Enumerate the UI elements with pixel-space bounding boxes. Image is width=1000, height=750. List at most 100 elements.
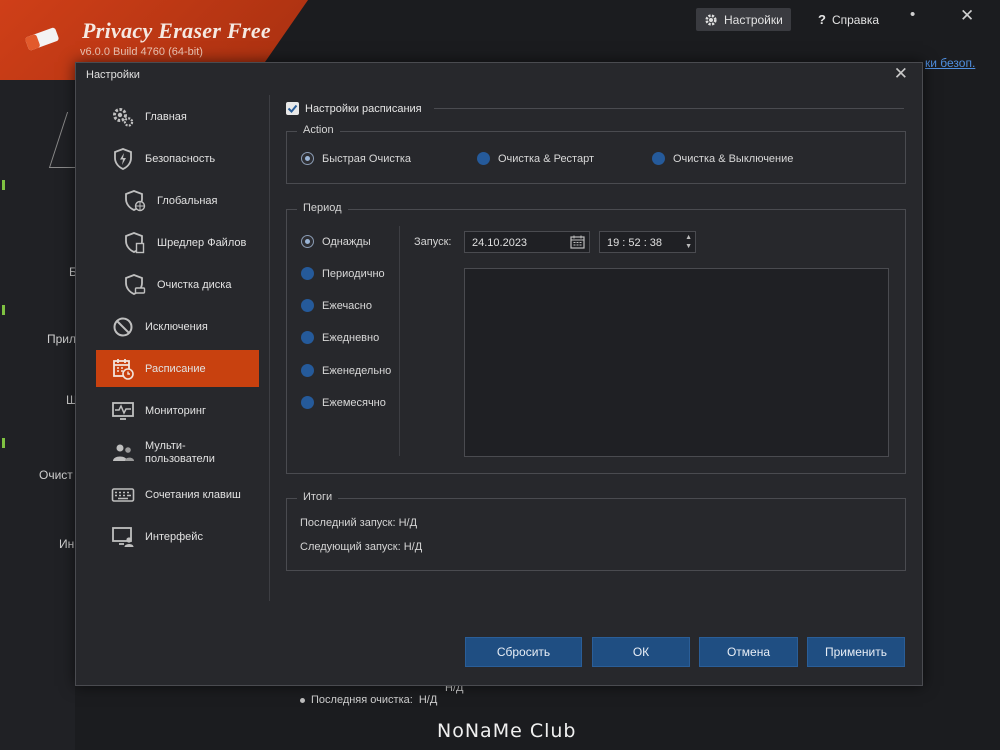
period-group-title: Период (297, 202, 348, 214)
nav-item-disk-cleanup[interactable]: Очистка диска (96, 266, 259, 303)
topbar-help-button[interactable]: ? Справка (810, 8, 887, 31)
nav-label: Шредлер Файлов (157, 236, 247, 249)
radio-clean-restart[interactable]: Очистка & Рестарт (477, 152, 594, 165)
status-marker (2, 438, 5, 448)
summary-group: Итоги Последний запуск: Н/Д Следующий за… (286, 491, 906, 571)
app-title: Privacy Eraser Free (82, 18, 271, 43)
last-run-text: Последний запуск: Н/Д (300, 517, 418, 529)
nav-label: Глобальная (157, 194, 218, 207)
radio-clean-shutdown[interactable]: Очистка & Выключение (652, 152, 793, 165)
next-run-text: Следующий запуск: Н/Д (300, 541, 423, 553)
radio-label: Ежемесячно (322, 396, 386, 409)
cancel-button[interactable]: Отмена (699, 637, 798, 667)
nav-item-security[interactable]: Безопасность (96, 140, 259, 177)
period-divider (399, 226, 400, 456)
summary-group-title: Итоги (297, 491, 339, 503)
radio-dot[interactable] (301, 299, 314, 312)
monitor-user-icon (112, 527, 134, 547)
users-icon (113, 444, 134, 461)
start-time-field[interactable]: 19 : 52 : 38 ▲ ▼ (599, 231, 696, 253)
start-time-value: 19 : 52 : 38 (607, 237, 663, 249)
window-close-icon[interactable]: ✕ (960, 6, 974, 26)
monitor-pulse-icon (112, 402, 134, 420)
radio-quick-clean[interactable]: Быстрая Очистка (301, 152, 411, 165)
nav-item-exclusions[interactable]: Исключения (96, 308, 259, 345)
settings-dialog: Настройки ✕ Главная Безопасность Глобаль… (75, 62, 923, 686)
help-icon: ? (818, 12, 826, 27)
radio-dot[interactable] (301, 364, 314, 377)
last-clean-value: Н/Д (418, 694, 438, 706)
radio-monthly[interactable]: Ежемесячно (301, 396, 386, 409)
background-sidebar (0, 80, 75, 750)
radio-label: Быстрая Очистка (322, 152, 412, 165)
security-link[interactable]: ки безоп. (925, 56, 975, 70)
radio-daily[interactable]: Ежедневно (301, 331, 379, 344)
chevron-down-icon[interactable]: ▼ (685, 243, 692, 250)
radio-label: Ежедневно (322, 331, 380, 344)
nav-item-main[interactable]: Главная (96, 98, 259, 135)
topbar-settings-label: Настройки (724, 12, 783, 27)
bg-text-fragment: Ин (59, 537, 75, 551)
radio-once[interactable]: Однажды (301, 235, 371, 248)
schedule-checkbox[interactable] (286, 102, 299, 115)
radio-dot[interactable] (301, 267, 314, 280)
radio-label: Очистка & Рестарт (498, 152, 595, 165)
nav-item-multi-users[interactable]: Мульти- пользователи (96, 434, 259, 471)
radio-dot[interactable] (301, 396, 314, 409)
nav-label: Безопасность (145, 152, 216, 165)
radio-dot[interactable] (301, 152, 314, 165)
radio-label: Еженедельно (322, 364, 392, 377)
settings-nav: Главная Безопасность Глобальная Шредлер … (96, 98, 259, 560)
radio-dot[interactable] (301, 331, 314, 344)
eraser-logo-icon (25, 27, 59, 51)
nav-label: Расписание (145, 362, 206, 375)
calendar-clock-icon (113, 359, 134, 380)
nav-item-file-shredder[interactable]: Шредлер Файлов (96, 224, 259, 261)
time-spinner[interactable]: ▲ ▼ (685, 233, 692, 251)
nav-label: Главная (145, 110, 187, 123)
keyboard-icon (111, 488, 135, 502)
topbar-settings-button[interactable]: Настройки (696, 8, 791, 31)
apply-button[interactable]: Применить (807, 637, 905, 667)
nav-item-schedule[interactable]: Расписание (96, 350, 259, 387)
nav-item-monitoring[interactable]: Мониторинг (96, 392, 259, 429)
chevron-up-icon[interactable]: ▲ (685, 234, 692, 241)
nav-item-global[interactable]: Глобальная (96, 182, 259, 219)
shield-bolt-icon (114, 148, 132, 170)
checkmark-icon (287, 104, 298, 113)
bg-text-fragment: Прил (47, 332, 77, 346)
last-clean-label: Последняя очистка: (311, 694, 413, 706)
gears-icon (113, 108, 134, 127)
nav-label: Интерфейс (145, 530, 203, 543)
status-marker (2, 180, 5, 190)
radio-weekly[interactable]: Еженедельно (301, 364, 391, 377)
radio-dot[interactable] (652, 152, 665, 165)
nav-label: Исключения (145, 320, 208, 333)
radio-periodic[interactable]: Периодично (301, 267, 385, 280)
schedule-details-area (464, 268, 889, 457)
dialog-close-icon[interactable]: ✕ (894, 64, 908, 84)
radio-hourly[interactable]: Ежечасно (301, 299, 372, 312)
minimize-icon[interactable]: • (910, 6, 915, 23)
reset-button[interactable]: Сбросить (465, 637, 582, 667)
bullet-icon (300, 697, 305, 703)
nav-label: Мониторинг (145, 404, 207, 417)
nav-item-hotkeys[interactable]: Сочетания клавиш (96, 476, 259, 513)
bg-text-fragment: Очист (39, 468, 73, 482)
radio-dot[interactable] (477, 152, 490, 165)
action-group: Action Быстрая Очистка Очистка & Рестарт… (286, 124, 906, 184)
ok-button[interactable]: ОК (592, 637, 690, 667)
radio-label: Очистка & Выключение (673, 152, 794, 165)
period-group: Период Однажды Периодично Ежечасно Ежедн… (286, 202, 906, 474)
app-version: v6.0.0 Build 4760 (64-bit) (80, 46, 203, 58)
divider (433, 108, 904, 109)
start-date-field[interactable]: 24.10.2023 (464, 231, 590, 253)
nav-label-line: пользователи (145, 452, 215, 465)
calendar-icon[interactable] (570, 235, 585, 249)
nav-item-interface[interactable]: Интерфейс (96, 518, 259, 555)
radio-dot[interactable] (301, 235, 314, 248)
nav-label: Мульти- пользователи (145, 440, 215, 466)
schedule-settings-checkbox-row[interactable]: Настройки расписания (286, 102, 906, 115)
topbar-help-label: Справка (831, 12, 880, 27)
dialog-title: Настройки (86, 69, 140, 81)
